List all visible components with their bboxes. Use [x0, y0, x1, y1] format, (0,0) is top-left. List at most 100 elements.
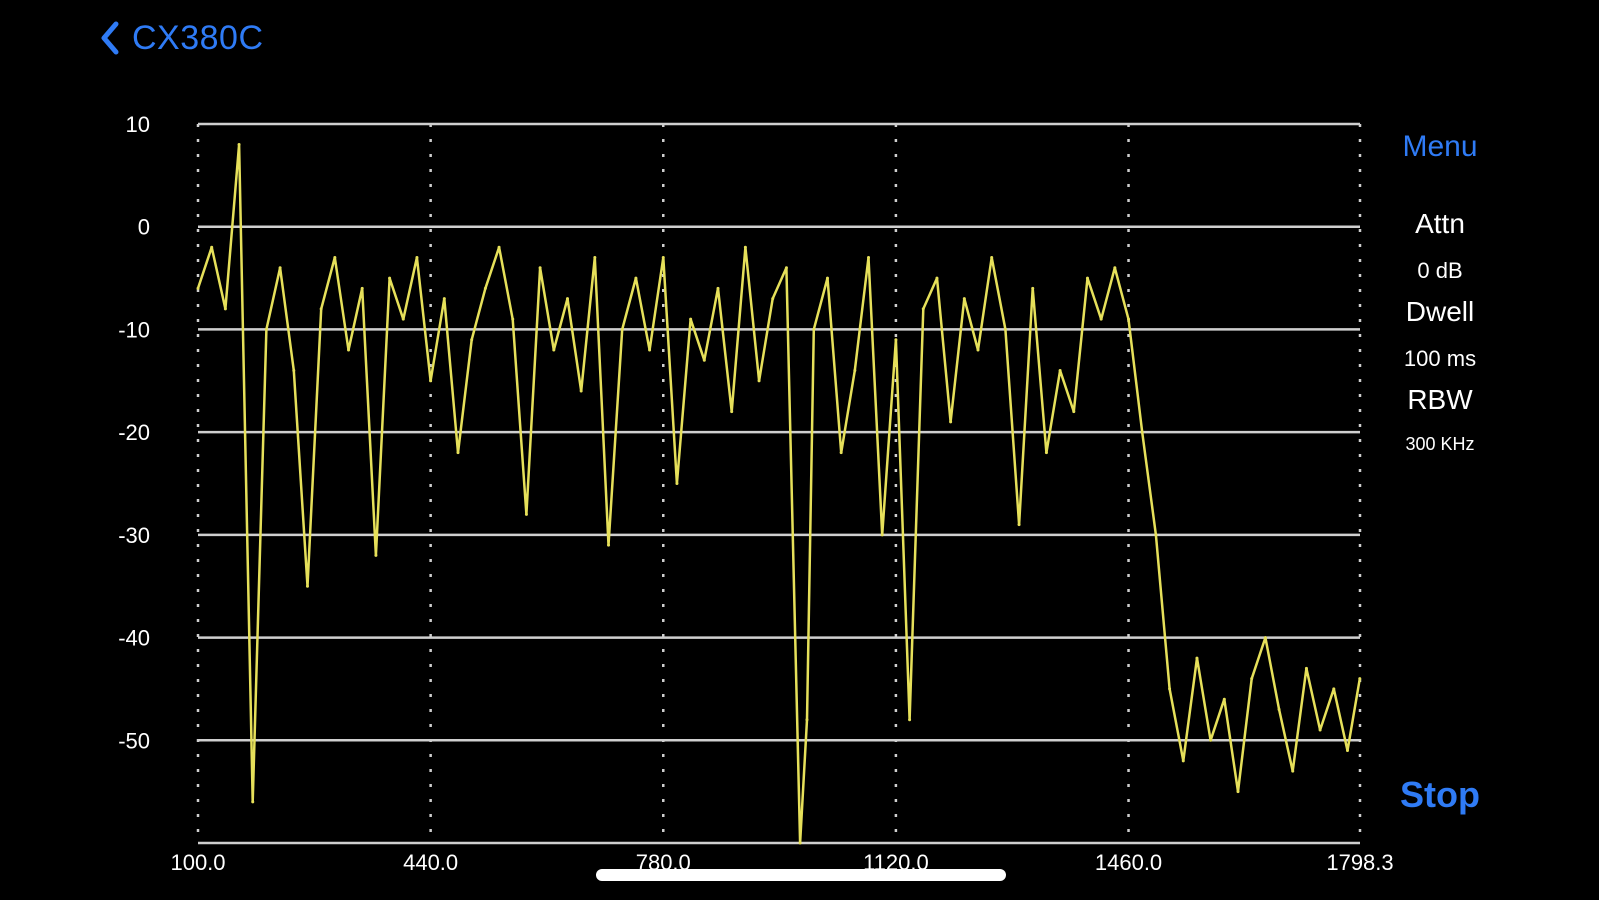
trace-point [264, 327, 268, 331]
trace-point [497, 245, 501, 249]
trace-point [278, 266, 282, 270]
trace-point [196, 286, 200, 290]
trace-point [812, 327, 816, 331]
trace-point [702, 358, 706, 362]
stop-button[interactable]: Stop [1382, 774, 1498, 816]
trace-point [908, 718, 912, 722]
trace-point [757, 379, 761, 383]
trace-point [1263, 636, 1267, 640]
trace-point [1085, 276, 1089, 280]
trace-point [1003, 327, 1007, 331]
trace-point [1332, 687, 1336, 691]
trace-point [1058, 369, 1062, 373]
trace-point [675, 482, 679, 485]
x-tick-label: 100.0 [170, 850, 225, 875]
trace-point [1099, 317, 1103, 321]
trace-point [319, 307, 323, 311]
spectrum-trace [196, 143, 1362, 845]
trace-point [805, 718, 809, 722]
trace-point [1140, 430, 1144, 434]
trace-point [880, 533, 884, 537]
trace-point [374, 553, 378, 557]
attn-value: 0 dB [1417, 258, 1463, 283]
trace-point [1195, 656, 1199, 660]
trace-point [607, 543, 611, 547]
dwell-value: 100 ms [1403, 346, 1477, 371]
trace-point [415, 256, 419, 260]
trace-point [388, 276, 392, 280]
trace-point [1236, 790, 1240, 794]
trace-point [470, 338, 474, 342]
y-tick-label: -10 [118, 317, 150, 342]
trace-point [360, 286, 364, 290]
trace-point [210, 245, 214, 249]
trace-point [429, 379, 433, 383]
trace-point [237, 143, 241, 147]
trace-point [1017, 523, 1021, 527]
trace-point [347, 348, 351, 352]
trace-point [853, 369, 857, 373]
trace-point [1209, 738, 1213, 742]
trace-point [1222, 697, 1226, 701]
trace-point [1358, 677, 1362, 681]
trace-point [771, 297, 775, 301]
trace-point [456, 451, 460, 455]
trace-point [483, 286, 487, 290]
trace-point [867, 256, 871, 260]
home-indicator[interactable] [596, 869, 1006, 881]
rbw-value: 300 KHz [1405, 434, 1475, 454]
attn-label: Attn [1415, 208, 1465, 239]
trace-point [223, 307, 227, 311]
trace-point [442, 297, 446, 301]
trace-point [661, 256, 665, 260]
menu-button[interactable]: Menu [1390, 130, 1490, 164]
trace-point [962, 297, 966, 301]
trace-point [1127, 317, 1131, 321]
trace-point [1044, 451, 1048, 455]
y-tick-label: -50 [118, 728, 150, 753]
spectrum-chart: 100-10-20-30-40-50100.0 440.0 780.0 1120.0 1… [118, 112, 1393, 875]
trace-point [743, 245, 747, 249]
trace-point [565, 297, 569, 301]
x-tick-label: 440.0 [403, 850, 458, 875]
trace-point [401, 317, 405, 321]
y-tick-label: -20 [118, 420, 150, 445]
trace-point [292, 369, 296, 373]
trace-point [1318, 728, 1322, 732]
trace-point [305, 584, 309, 588]
trace-point [1345, 749, 1349, 753]
trace-point [716, 286, 720, 290]
trace-point [1277, 707, 1281, 711]
trace-point [620, 327, 624, 331]
trace-point [839, 451, 843, 455]
trace-point [1154, 533, 1158, 537]
trace-point [593, 256, 597, 260]
trace-point [921, 307, 925, 311]
trace-point [1168, 687, 1172, 691]
trace-point [1250, 677, 1254, 681]
trace-point [784, 266, 788, 270]
trace-point [730, 410, 734, 414]
trace-point [634, 276, 638, 280]
x-tick-label: 1460.0 [1095, 850, 1162, 875]
rbw-label: RBW [1407, 384, 1473, 415]
trace-point [825, 276, 829, 280]
trace-point [1031, 286, 1035, 290]
trace-point [552, 348, 556, 352]
trace-point [648, 348, 652, 352]
trace-point [538, 266, 542, 270]
y-tick-label: -30 [118, 523, 150, 548]
trace-point [511, 317, 515, 321]
x-tick-label: 1798.3 [1326, 850, 1393, 875]
trace-point [333, 256, 337, 260]
trace-point [798, 841, 802, 845]
dwell-label: Dwell [1405, 296, 1475, 327]
y-tick-label: -40 [118, 626, 150, 651]
trace-point [1181, 759, 1185, 763]
trace-point [949, 420, 953, 424]
trace-point [990, 256, 994, 260]
trace-point [579, 389, 583, 393]
trace-point [524, 512, 528, 516]
trace-point [689, 317, 693, 321]
trace-point [1072, 410, 1076, 414]
